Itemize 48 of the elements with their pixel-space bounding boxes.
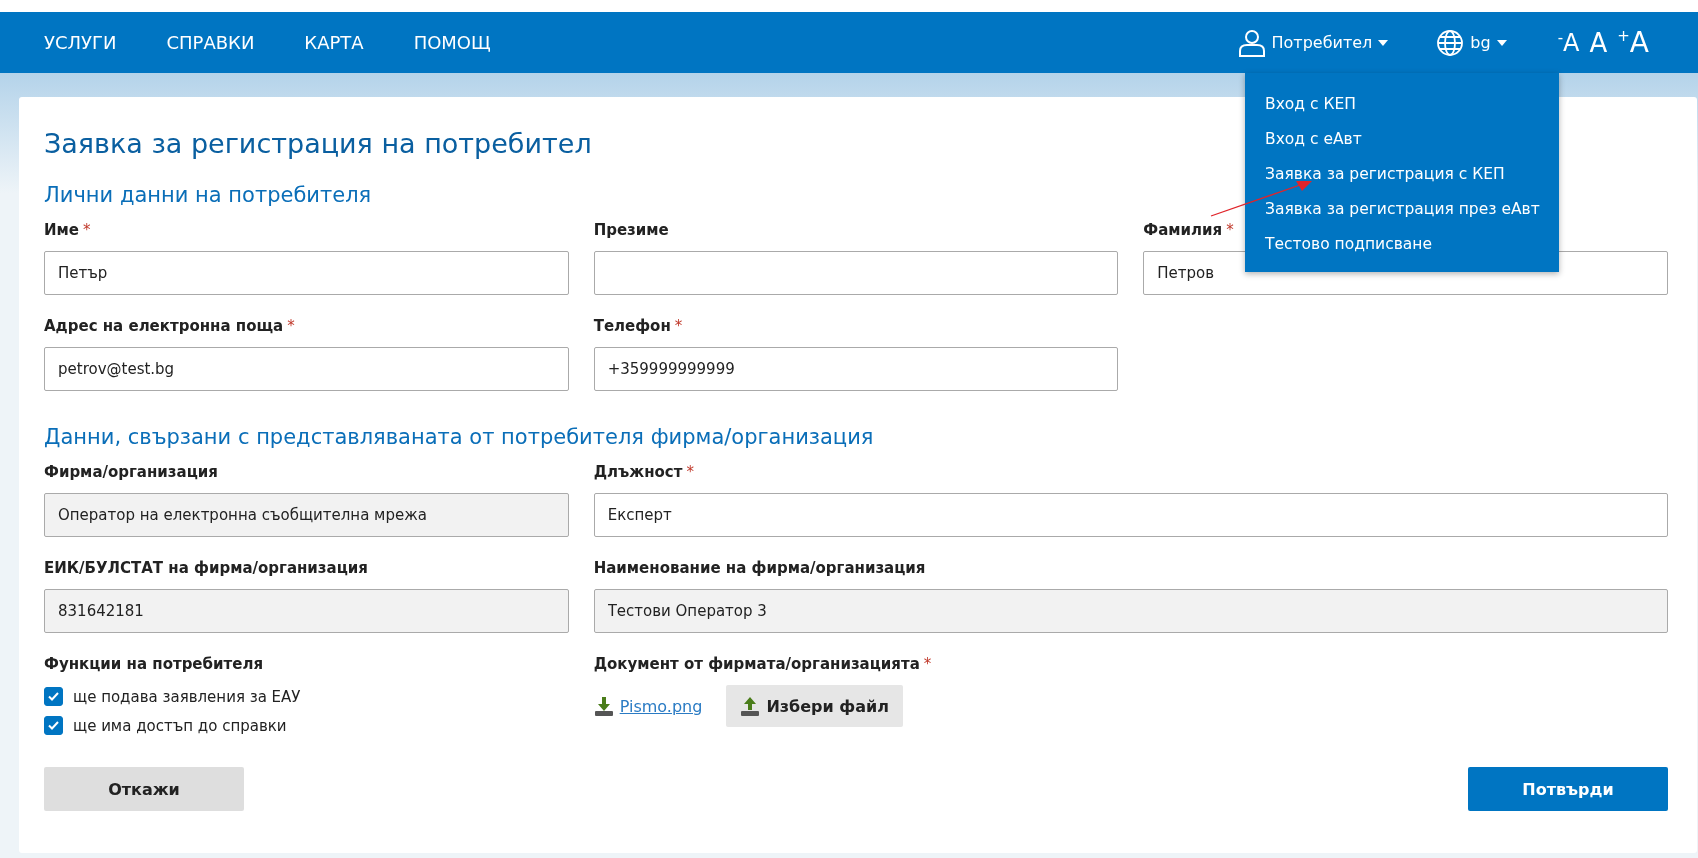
menu-item[interactable]: Заявка за регистрация през еАвт — [1245, 192, 1559, 227]
field-label: Фамилия * — [1143, 221, 1234, 241]
input-field[interactable] — [593, 251, 1119, 295]
language-button[interactable]: bg — [1436, 28, 1507, 57]
input-field[interactable]: +359999999999 — [593, 347, 1119, 391]
field-label: Презиме — [593, 221, 669, 241]
field-label: Наименование на фирма/организация — [593, 559, 926, 579]
caret-icon — [1496, 39, 1507, 46]
section-title: Данни, свързани с представляваната от потребителя фирма/организация — [44, 424, 874, 451]
upload-icon — [740, 696, 761, 716]
confirm-button[interactable]: Потвърди — [1468, 767, 1668, 811]
choose-file-button[interactable]: Избери файл — [726, 685, 903, 727]
field-label: Длъжност * — [593, 463, 694, 483]
menu-item[interactable]: Вход с еАвт — [1245, 122, 1559, 157]
menu-item[interactable]: Вход с КЕП — [1245, 87, 1559, 122]
section-title: Лични данни на потребителя — [44, 182, 372, 209]
nav-link[interactable]: СПРАВКИ — [166, 32, 255, 53]
field-label: Адрес на електронна поща * — [44, 317, 295, 337]
check-icon — [48, 692, 59, 701]
field-label: Функции на потребителя — [44, 655, 263, 675]
decrease-font-button[interactable]: -A — [1552, 30, 1585, 55]
input-field[interactable]: Петър — [44, 251, 569, 295]
nav-link[interactable]: КАРТА — [304, 32, 364, 53]
menu-item[interactable]: Заявка за регистрация с КЕП — [1245, 157, 1559, 192]
cancel-button[interactable]: Откажи — [44, 767, 244, 811]
check-icon — [48, 721, 59, 730]
globe-icon — [1436, 28, 1465, 57]
checkbox[interactable] — [44, 716, 63, 735]
checkbox-label: ще има достъп до справки — [73, 716, 287, 735]
field-label: Телефон * — [593, 317, 683, 337]
page-title: Заявка за регистрация на потребител — [44, 127, 592, 161]
file-link[interactable]: Pismo.png — [593, 696, 703, 716]
user-icon — [1237, 28, 1266, 57]
field-label: ЕИК/БУЛСТАТ на фирма/организация — [44, 559, 368, 579]
input-field[interactable]: petrov@test.bg — [44, 347, 569, 391]
download-icon — [593, 696, 614, 716]
nav-link[interactable]: УСЛУГИ — [44, 32, 117, 53]
checkbox[interactable] — [44, 687, 63, 706]
nav-link[interactable]: ПОМОЩ — [413, 32, 491, 53]
checkbox-label: ще подава заявления за ЕАУ — [73, 687, 301, 706]
increase-font-button[interactable]: +A — [1612, 28, 1654, 57]
normal-font-button[interactable]: A — [1584, 29, 1613, 56]
field-label: Документ от фирмата/организацията * — [593, 655, 932, 675]
caret-icon — [1378, 39, 1389, 46]
field-label: Фирма/организация — [44, 463, 218, 483]
input-field[interactable]: Експерт — [593, 493, 1668, 537]
field-label: Име * — [44, 221, 91, 241]
user-menu-button[interactable]: Потребител — [1237, 28, 1389, 57]
